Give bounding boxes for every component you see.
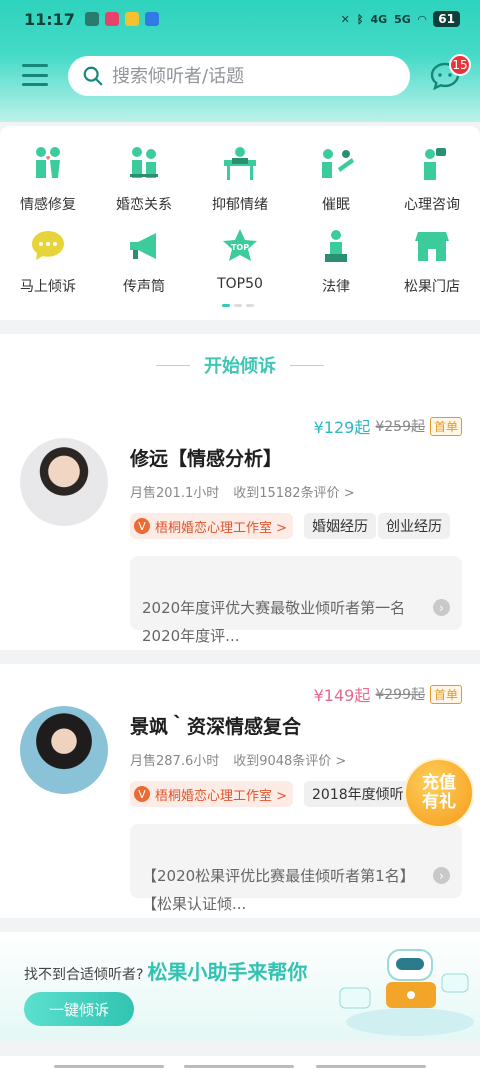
hypnosis-icon	[322, 149, 354, 178]
store-icon	[415, 232, 449, 261]
section-title: 开始倾诉	[0, 334, 480, 396]
verified-icon: V	[134, 518, 150, 534]
category-item[interactable]: 传声筒	[96, 226, 192, 296]
category-grid: 情感修复 婚恋关系 抑郁情绪 催眠 心理咨询 马上倾诉 传声筒 TOP TOP5…	[0, 126, 480, 320]
listener-stats: 月售287.6小时 收到9048条评价 >	[130, 754, 347, 769]
search-icon	[83, 66, 103, 86]
message-badge: 15	[449, 54, 471, 76]
studio-tag[interactable]: V 梧桐婚恋心理工作室 >	[130, 781, 294, 807]
chevron-right-icon: ›	[433, 867, 450, 884]
battery-icon: 61	[433, 11, 460, 27]
category-item[interactable]: 情感修复	[0, 144, 96, 214]
avatar	[20, 706, 108, 794]
status-bar: 11:17 ✕ ᛒ 4G 5G ◠ 61	[0, 0, 480, 38]
mute-icon: ✕	[340, 12, 350, 26]
listener-name: 景飒｀资深情感复合	[130, 716, 302, 738]
listener-name: 修远【情感分析】	[130, 448, 283, 470]
menu-icon[interactable]	[22, 64, 48, 86]
recharge-gift-badge[interactable]: 充值 有礼	[404, 758, 474, 828]
price: ¥129起 ¥259起 首单	[314, 414, 462, 438]
helper-banner: 找不到合适倾听者? 松果小助手来帮你 一键倾诉	[0, 932, 480, 1042]
category-item[interactable]: 婚恋关系	[96, 144, 192, 214]
category-item[interactable]: 松果门店	[384, 226, 480, 296]
notification-icons	[84, 12, 159, 26]
experience-chip: 婚姻经历	[304, 513, 376, 539]
top-bar	[0, 52, 480, 98]
chat-bubble-icon	[32, 231, 64, 260]
law-icon	[325, 230, 347, 262]
search-input[interactable]	[112, 65, 392, 87]
studio-tag[interactable]: V 梧桐婚恋心理工作室 >	[130, 513, 294, 539]
megaphone-icon	[130, 233, 156, 259]
gesture-bar	[0, 1056, 480, 1070]
experience-chip: 创业经历	[378, 513, 450, 539]
search-bar[interactable]	[68, 56, 410, 96]
system-icons: ✕ ᛒ 4G 5G ◠ 61	[341, 11, 460, 27]
robot-assistant-icon	[339, 949, 474, 1036]
page-indicator	[222, 304, 254, 307]
one-click-talk-button[interactable]: 一键倾诉	[24, 992, 134, 1026]
honor-box[interactable]: 【2020松果评优比赛最佳倾听者第1名】 【松果认证倾... ›	[130, 824, 462, 913]
net2-label: 5G	[394, 12, 411, 26]
marriage-icon	[130, 147, 158, 178]
category-item[interactable]: 马上倾诉	[0, 226, 96, 296]
category-item[interactable]: 催眠	[288, 144, 384, 214]
counseling-icon	[424, 148, 446, 180]
net1-label: 4G	[370, 12, 388, 26]
app-icon-2	[124, 12, 139, 26]
avatar	[20, 438, 108, 526]
verified-icon: V	[134, 786, 150, 802]
wifi-icon: ◠	[417, 12, 427, 26]
svg-text:TOP: TOP	[231, 243, 249, 252]
category-item[interactable]: 法律	[288, 226, 384, 296]
app-icon	[104, 12, 119, 26]
listener-stats: 月售201.1小时 收到15182条评价 >	[130, 486, 355, 501]
category-item[interactable]: 抑郁情绪	[192, 144, 288, 214]
helper-text: 找不到合适倾听者? 松果小助手来帮你	[24, 960, 308, 984]
depression-icon	[224, 147, 256, 180]
honor-box[interactable]: 2020年度评优大赛最敬业倾听者第一名 2020年度评... ›	[130, 556, 462, 645]
chevron-right-icon: ›	[433, 599, 450, 616]
status-time: 11:17	[24, 9, 75, 29]
bluetooth-icon: ᛒ	[356, 12, 364, 26]
cloud-icon	[84, 12, 99, 26]
couple-icon	[36, 147, 60, 178]
top-star-icon: TOP	[223, 229, 257, 261]
app-icon-3	[144, 12, 159, 26]
price: ¥149起 ¥299起 首单	[314, 682, 462, 706]
listener-card[interactable]: ¥129起 ¥259起 首单 修远【情感分析】 月售201.1小时 收到15182…	[0, 396, 480, 650]
category-item[interactable]: 心理咨询	[384, 144, 480, 214]
category-item[interactable]: TOP TOP50	[192, 226, 288, 292]
